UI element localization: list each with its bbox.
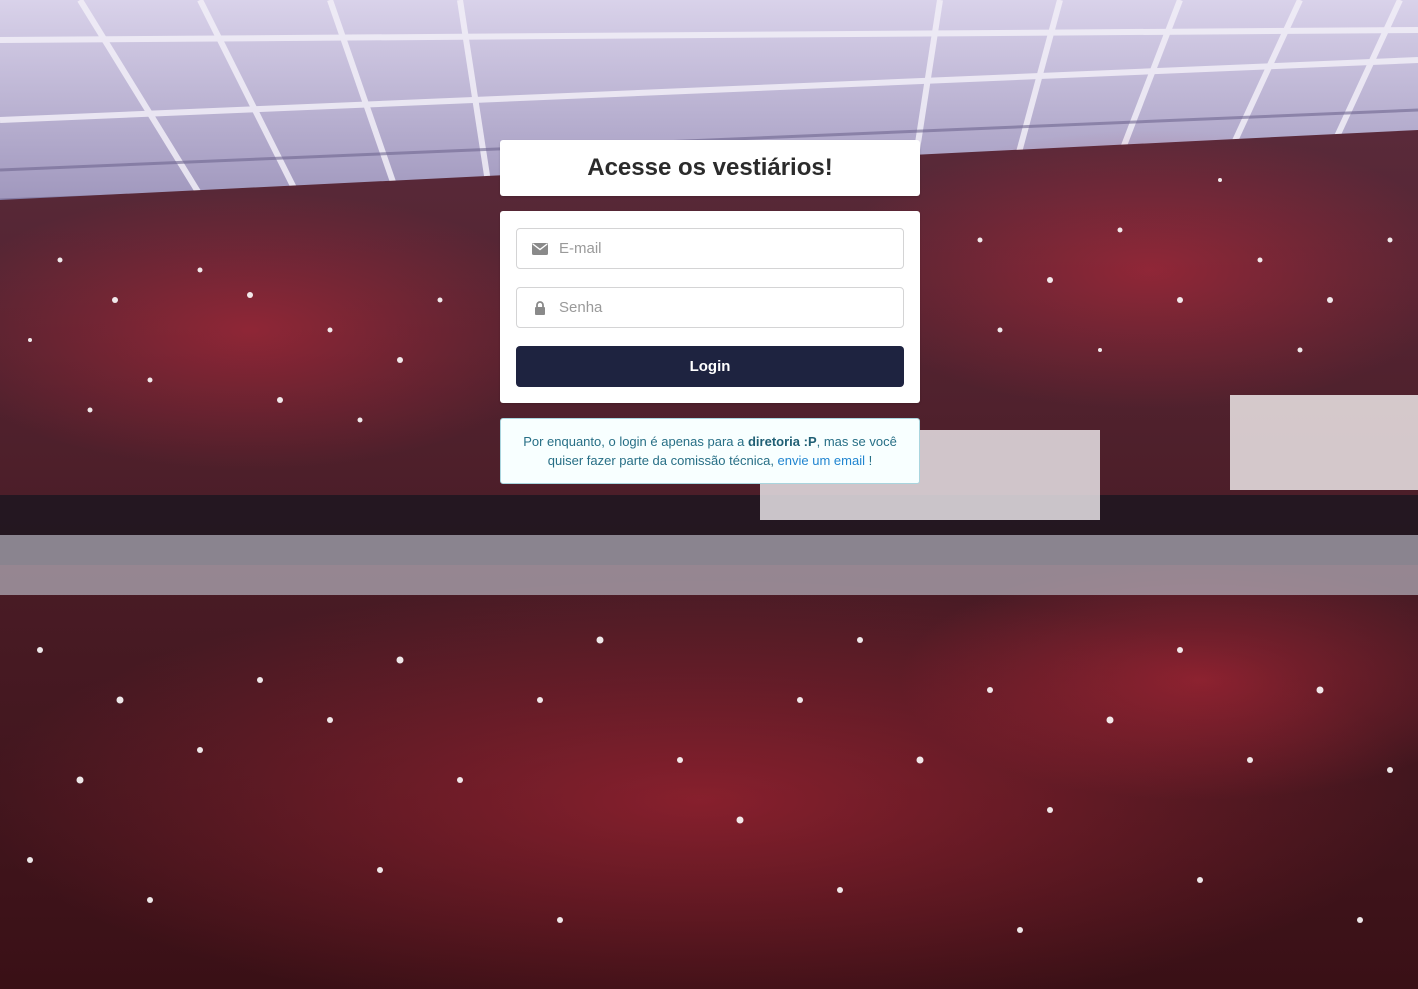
title-card: Acesse os vestiários!	[500, 140, 920, 196]
password-input[interactable]	[559, 288, 889, 327]
message-bold: diretoria :P	[747, 434, 817, 449]
email-field-wrapper	[516, 228, 904, 269]
page-title: Acesse os vestiários!	[587, 154, 833, 181]
lock-icon	[531, 288, 549, 327]
message-text-after: !	[864, 453, 873, 468]
login-form: Login	[500, 211, 920, 403]
email-link[interactable]: envie um email	[778, 453, 865, 468]
login-button[interactable]: Login	[516, 346, 904, 387]
envelope-icon	[531, 229, 549, 268]
message-text-before: Por enquanto, o login é apenas para a	[523, 434, 748, 449]
info-message: Por enquanto, o login é apenas para a di…	[500, 418, 920, 484]
password-field-wrapper	[516, 287, 904, 328]
email-input[interactable]	[559, 229, 889, 268]
